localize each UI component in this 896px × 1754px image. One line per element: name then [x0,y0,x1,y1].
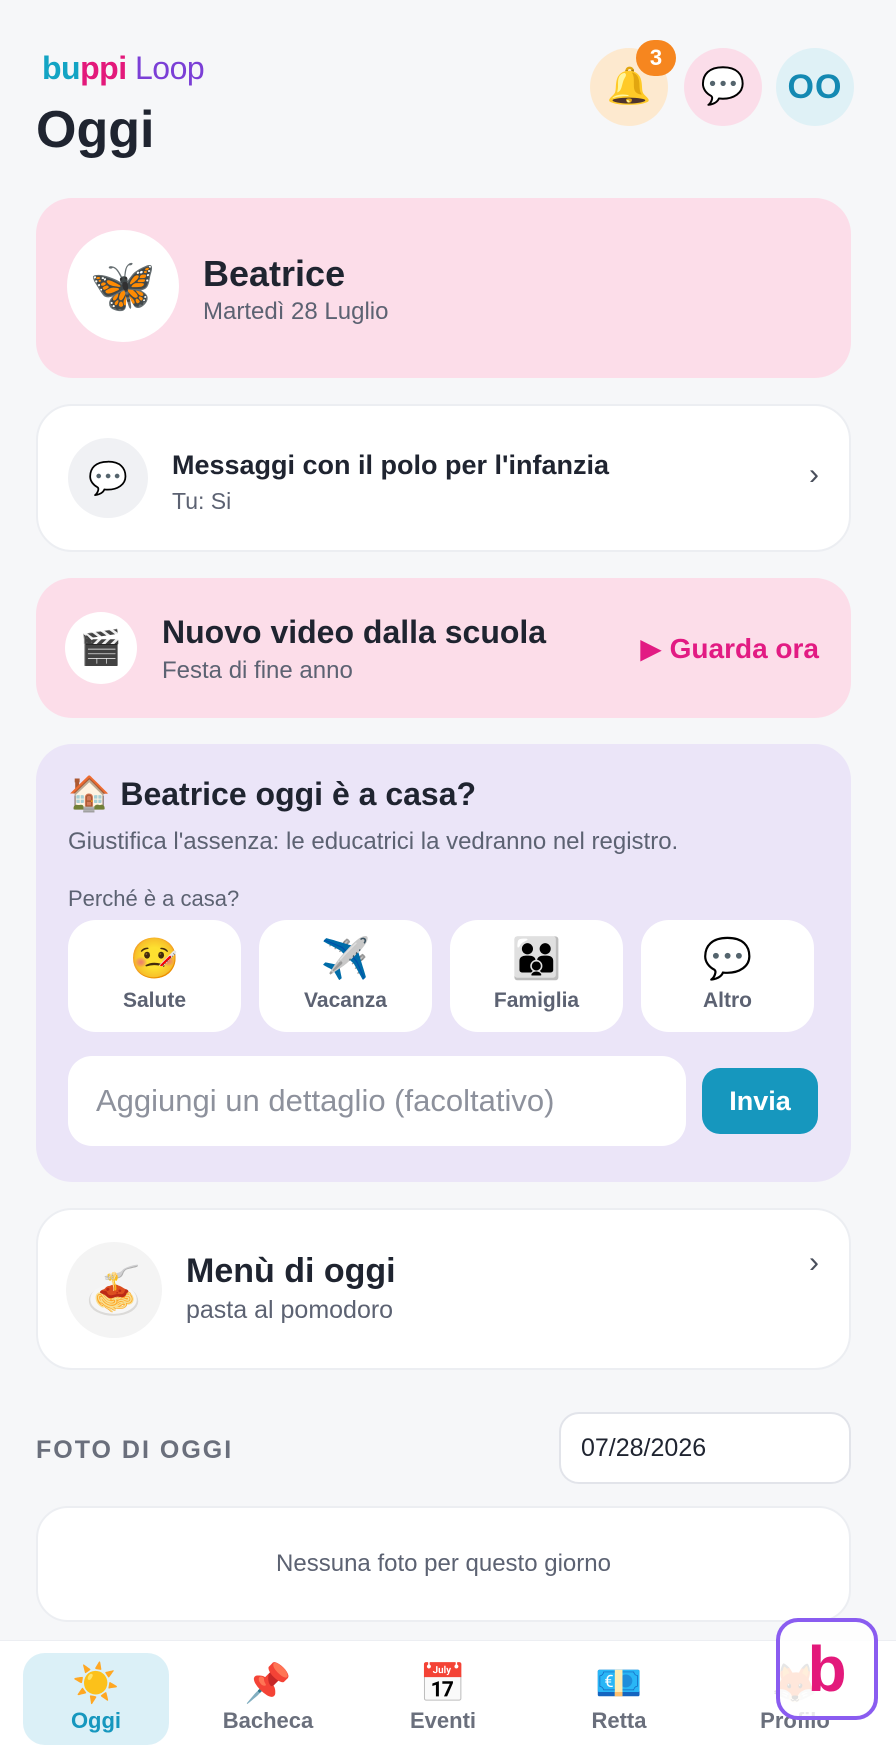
photos-empty-card: Nessuna foto per questo giorno [36,1506,851,1622]
watch-now-button[interactable]: ▶ Guarda ora [640,632,819,665]
video-subtitle: Festa di fine anno [162,657,353,684]
menu-dish: pasta al pomodoro [186,1296,394,1324]
speech-bubble-icon: 💬 [702,936,753,982]
pasta-icon: 🍝 [66,1242,162,1338]
speech-bubble-icon: 💬 [68,438,148,518]
reason-salute-button[interactable]: 🤒 Salute [68,920,241,1032]
reason-famiglia-button[interactable]: 👪 Famiglia [450,920,623,1032]
child-name: Beatrice [203,253,346,294]
absence-detail-input[interactable] [68,1056,686,1146]
absence-description: Giustifica l'assenza: le educatrici la v… [68,828,679,855]
page-title: Oggi [36,101,155,159]
calendar-icon: 📅 [419,1661,467,1705]
app-logo: buppi Loop [42,50,205,86]
sick-face-icon: 🤒 [129,936,180,982]
clapperboard-icon: 🎬 [65,612,137,684]
messages-card[interactable]: 💬 Messaggi con il polo per l'infanzia Tu… [36,404,851,552]
menu-card[interactable]: 🍝 Menù di oggi pasta al pomodoro › [36,1208,851,1370]
chevron-right-icon: › [809,458,819,491]
notifications-button[interactable]: 🔔 3 [590,40,676,126]
photos-date-picker[interactable] [559,1412,851,1484]
airplane-icon: ✈️ [320,936,371,982]
house-icon: 🏠 [68,774,111,814]
sun-icon: ☀️ [72,1661,120,1705]
nav-bacheca[interactable]: 📌 Bacheca [195,1653,341,1745]
notification-count-badge: 3 [636,40,676,76]
child-avatar: 🦋 [67,230,179,342]
absence-card: 🏠 Beatrice oggi è a casa? Giustifica l'as… [36,744,851,1182]
reason-vacanza-button[interactable]: ✈️ Vacanza [259,920,432,1032]
bell-icon: 🔔 [606,66,652,107]
brand-badge-icon[interactable]: b [776,1618,878,1720]
photos-section-label: FOTO DI OGGI [36,1436,234,1464]
nav-eventi[interactable]: 📅 Eventi [370,1653,516,1745]
euro-banknote-icon: 💶 [595,1661,643,1705]
child-card: 🦋 Beatrice Martedì 28 Luglio [36,198,851,378]
app-header: buppi Loop Oggi 🔔 3 💬 OO [0,0,896,180]
video-title: Nuovo video dalla scuola [162,614,547,650]
messages-last-message: Tu: Si [172,488,232,514]
current-date: Martedì 28 Luglio [203,298,389,325]
no-photos-text: Nessuna foto per questo giorno [276,1550,611,1577]
chat-button[interactable]: 💬 [684,48,762,126]
nav-oggi[interactable]: ☀️ Oggi [23,1653,169,1745]
video-card[interactable]: 🎬 Nuovo video dalla scuola Festa di fine… [36,578,851,718]
chevron-right-icon: › [809,1246,819,1279]
absence-title: 🏠 Beatrice oggi è a casa? [68,774,477,814]
butterfly-icon: 🦋 [89,254,157,317]
family-icon: 👪 [511,936,562,982]
send-button[interactable]: Invia [702,1068,818,1134]
pushpin-icon: 📌 [244,1661,292,1705]
chat-icon: 💬 [700,66,746,107]
absence-reasons: 🤒 Salute ✈️ Vacanza 👪 Famiglia 💬 Altro [68,920,816,1032]
bottom-navigation: ☀️ Oggi 📌 Bacheca 📅 Eventi 💶 Retta 🦊 Pro… [0,1640,896,1754]
messages-title: Messaggi con il polo per l'infanzia [172,450,609,480]
menu-title: Menù di oggi [186,1252,396,1290]
user-avatar-button[interactable]: OO [776,48,854,126]
absence-question: Perché è a casa? [68,886,240,911]
reason-altro-button[interactable]: 💬 Altro [641,920,814,1032]
nav-retta[interactable]: 💶 Retta [546,1653,692,1745]
